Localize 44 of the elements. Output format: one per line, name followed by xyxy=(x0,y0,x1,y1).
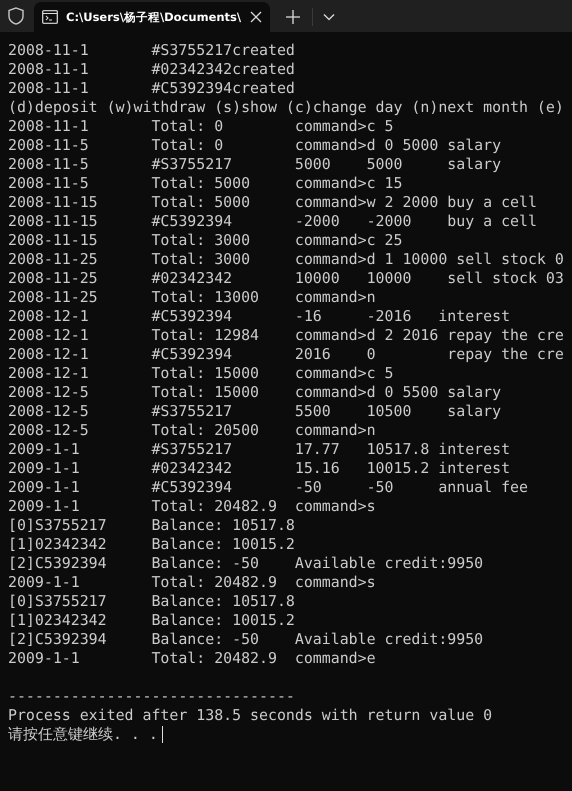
output-line: [0]S3755217 Balance: 10517.8 xyxy=(8,516,295,535)
output-line: 2008-11-1 #02342342created xyxy=(8,60,295,79)
output-line: 2008-11-15 Total: 5000 command>w 2 2000 buy a cell xyxy=(8,193,537,212)
output-line: (d)deposit (w)withdraw (s)show (c)change day (n)next month (e) xyxy=(8,98,564,117)
separator-line: -------------------------------- xyxy=(8,687,295,706)
output-line: 2009-1-1 #02342342 15.16 10015.2 interest xyxy=(8,459,510,478)
output-line: 2008-11-25 Total: 13000 command>n xyxy=(8,288,376,307)
output-line: 2008-12-1 Total: 15000 command>c 5 xyxy=(8,364,394,383)
output-line: [1]02342342 Balance: 10015.2 xyxy=(8,535,295,554)
exit-message: Process exited after 138.5 seconds with return value 0 xyxy=(8,706,492,725)
output-line: 2009-1-1 Total: 20482.9 command>e xyxy=(8,649,376,668)
output-line: 2009-1-1 #S3755217 17.77 10517.8 interest xyxy=(8,440,510,459)
dropdown-chevron-icon[interactable] xyxy=(323,13,335,21)
close-icon[interactable] xyxy=(250,11,262,23)
tab-title: C:\Users\杨子程\Documents\ xyxy=(66,10,242,24)
output-line: [2]C5392394 Balance: -50 Available credit:9950 xyxy=(8,554,484,573)
continue-prompt: 请按任意键继续. . . xyxy=(8,725,158,744)
output-line: 2008-11-1 Total: 0 command>c 5 xyxy=(8,117,394,136)
output-line: 2008-11-1 #C5392394created xyxy=(8,79,295,98)
output-line: 2008-11-15 #C5392394 -2000 -2000 buy a cell xyxy=(8,212,537,231)
shield-icon xyxy=(8,7,24,25)
console-icon xyxy=(42,10,58,24)
output-line: 2008-12-1 Total: 12984 command>d 2 2016 repay the cre xyxy=(8,326,564,345)
output-line: 2009-1-1 #C5392394 -50 -50 annual fee xyxy=(8,478,528,497)
output-line: 2008-12-5 Total: 20500 command>n xyxy=(8,421,376,440)
output-line: 2008-11-5 #S3755217 5000 5000 salary xyxy=(8,155,502,174)
output-line: 2008-11-1 #S3755217created xyxy=(8,41,295,60)
output-line: 2008-11-25 #02342342 10000 10000 sell stock 03 xyxy=(8,269,564,288)
output-line: 2009-1-1 Total: 20482.9 command>s xyxy=(8,497,376,516)
output-line: 2008-12-5 Total: 15000 command>d 0 5500 salary xyxy=(8,383,502,402)
output-line: 2008-11-25 Total: 3000 command>d 1 10000 sell stock 0 xyxy=(8,250,564,269)
output-line: 2008-12-1 #C5392394 2016 0 repay the cre xyxy=(8,345,564,364)
output-line: 2008-11-15 Total: 3000 command>c 25 xyxy=(8,231,402,250)
output-line: [2]C5392394 Balance: -50 Available credit:9950 xyxy=(8,630,484,649)
output-line: [1]02342342 Balance: 10015.2 xyxy=(8,611,295,630)
output-line: 2008-11-5 Total: 5000 command>c 15 xyxy=(8,174,402,193)
output-line: 2008-12-5 #S3755217 5500 10500 salary xyxy=(8,402,502,421)
text-cursor xyxy=(162,726,164,743)
terminal-tab[interactable]: C:\Users\杨子程\Documents\ xyxy=(34,2,270,32)
new-tab-icon[interactable] xyxy=(286,10,300,24)
output-line: 2008-11-5 Total: 0 command>d 0 5000 salary xyxy=(8,136,502,155)
output-line: 2009-1-1 Total: 20482.9 command>s xyxy=(8,573,376,592)
output-line: [0]S3755217 Balance: 10517.8 xyxy=(8,592,295,611)
output-line: 2008-12-1 #C5392394 -16 -2016 interest xyxy=(8,307,510,326)
